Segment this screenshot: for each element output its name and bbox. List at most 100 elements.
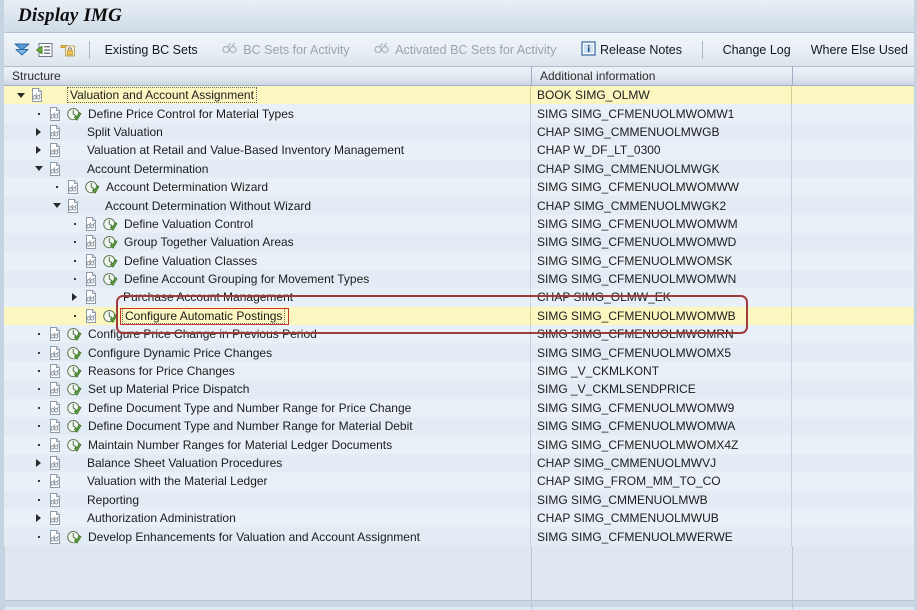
tree-row-additional-information-cell[interactable]: SIMG SIMG_CFMENUOLMWOMWM	[531, 214, 792, 234]
tree-row[interactable]: Valuation with the Material Ledger CHAP S…	[4, 472, 914, 491]
change-log-button[interactable]: Change Log	[717, 41, 797, 59]
column-header-additional-information[interactable]: Additional information	[532, 67, 793, 85]
tree-row-structure-cell[interactable]: Define Valuation Classes	[4, 251, 531, 270]
tree-row-structure-cell[interactable]: Set up Material Price Dispatch	[4, 380, 531, 399]
tree-row-structure-cell[interactable]: Account Determination Without Wizard	[4, 196, 531, 215]
tree-row-structure-cell[interactable]: Develop Enhancements for Valuation and A…	[4, 527, 531, 546]
tree-row[interactable]: Configure Automatic Postings SIMG SIMG_CF…	[4, 306, 914, 326]
tree-row-additional-information-cell[interactable]: CHAP SIMG_CMMENUOLMWGB	[531, 122, 792, 142]
tree-row-additional-information-cell[interactable]: SIMG SIMG_CFMENUOLMWOMWB	[531, 306, 792, 326]
tree-row[interactable]: Set up Material Price Dispatch SIMG _V_CK…	[4, 380, 914, 399]
tree-row[interactable]: Purchase Account Management CHAP SIMG_OLM…	[4, 288, 914, 307]
tree-row-structure-cell[interactable]: Purchase Account Management	[4, 288, 531, 307]
tree-row-additional-information-cell[interactable]: SIMG SIMG_CFMENUOLMWOMRN	[531, 325, 792, 344]
tree-row-additional-information-cell[interactable]: CHAP SIMG_CMMENUOLMWGK	[531, 159, 792, 178]
tree-row[interactable]: Group Together Valuation Areas SIMG SIMG_…	[4, 233, 914, 252]
tree-row-additional-information-cell[interactable]: SIMG SIMG_CFMENUOLMWERWE	[531, 527, 792, 546]
execute-activity-icon[interactable]	[66, 326, 82, 342]
execute-activity-icon[interactable]	[102, 253, 118, 269]
execute-activity-icon[interactable]	[66, 363, 82, 379]
collapse-triangle-icon[interactable]	[14, 86, 27, 104]
column-header-spare[interactable]	[793, 67, 914, 85]
tree-row[interactable]: Define Price Control for Material Types S…	[4, 104, 914, 123]
tree-row[interactable]: Define Document Type and Number Range fo…	[4, 398, 914, 418]
collapse-triangle-icon[interactable]	[32, 160, 45, 178]
execute-activity-icon[interactable]	[84, 179, 100, 195]
tree-row-structure-cell[interactable]: Define Account Grouping for Movement Typ…	[4, 269, 531, 289]
tree-row-structure-cell[interactable]: Group Together Valuation Areas	[4, 233, 531, 252]
tree-row-additional-information-cell[interactable]: SIMG SIMG_CFMENUOLMWOMX4Z	[531, 435, 792, 454]
activated-bc-sets-for-activity-button[interactable]: Activated BC Sets for Activity	[368, 39, 562, 60]
tree-row-structure-cell[interactable]: Define Document Type and Number Range fo…	[4, 417, 531, 436]
existing-bc-sets-button[interactable]: Existing BC Sets	[99, 41, 204, 59]
tree-row-additional-information-cell[interactable]: SIMG _V_CKMLKONT	[531, 361, 792, 381]
tree-row-structure-cell[interactable]: Valuation and Account Assignment	[4, 86, 531, 105]
tree-row-structure-cell[interactable]: Configure Automatic Postings	[4, 306, 531, 326]
tree-row-additional-information-cell[interactable]: SIMG SIMG_CMMENUOLMWB	[531, 490, 792, 509]
tree-row-additional-information-cell[interactable]: CHAP SIMG_FROM_MM_TO_CO	[531, 472, 792, 491]
tree-row-structure-cell[interactable]: Define Price Control for Material Types	[4, 104, 531, 123]
execute-activity-icon[interactable]	[66, 529, 82, 545]
tree-row-additional-information-cell[interactable]: CHAP SIMG_CMMENUOLMWUB	[531, 508, 792, 528]
tree-row-additional-information-cell[interactable]: CHAP SIMG_OLMW_EK	[531, 288, 792, 307]
tree-row-additional-information-cell[interactable]: SIMG _V_CKMLSENDPRICE	[531, 380, 792, 399]
tree-row[interactable]: Define Document Type and Number Range fo…	[4, 417, 914, 436]
tree-row-structure-cell[interactable]: Authorization Administration	[4, 508, 531, 528]
tree-row[interactable]: Account Determination CHAP SIMG_CMMENUOLM…	[4, 159, 914, 178]
expand-node-icon[interactable]	[35, 38, 55, 62]
tree-row-additional-information-cell[interactable]: SIMG SIMG_CFMENUOLMWOMSK	[531, 251, 792, 270]
tree-row[interactable]: Define Account Grouping for Movement Typ…	[4, 269, 914, 289]
tree-row-structure-cell[interactable]: Maintain Number Ranges for Material Ledg…	[4, 435, 531, 454]
execute-activity-icon[interactable]	[66, 106, 82, 122]
tree-row[interactable]: Account Determination Wizard SIMG SIMG_CF…	[4, 177, 914, 197]
tree-row[interactable]: Define Valuation Control SIMG SIMG_CFMENU…	[4, 214, 914, 234]
collapse-triangle-icon[interactable]	[50, 196, 63, 214]
tree-row-additional-information-cell[interactable]: CHAP SIMG_CMMENUOLMWGK2	[531, 196, 792, 215]
tree-row-additional-information-cell[interactable]: SIMG SIMG_CFMENUOLMWOMWA	[531, 417, 792, 436]
where-else-used-button[interactable]: Where Else Used	[805, 41, 914, 59]
tree-row-additional-information-cell[interactable]: CHAP SIMG_CMMENUOLMWVJ	[531, 453, 792, 473]
tree-row-additional-information-cell[interactable]: BOOK SIMG_OLMW	[531, 86, 792, 105]
tree-row[interactable]: Reporting SIMG SIMG_CMMENUOLMWB	[4, 490, 914, 509]
tree-row-structure-cell[interactable]: Reasons for Price Changes	[4, 361, 531, 381]
tree-row-additional-information-cell[interactable]: CHAP W_DF_LT_0300	[531, 141, 792, 160]
lock-folder-icon[interactable]	[58, 38, 78, 62]
release-notes-button[interactable]: Release Notes	[575, 39, 688, 61]
tree-row-structure-cell[interactable]: Reporting	[4, 490, 531, 509]
execute-activity-icon[interactable]	[66, 400, 82, 416]
tree-row[interactable]: Valuation and Account Assignment BOOK SIM…	[4, 86, 914, 105]
tree-row-additional-information-cell[interactable]: SIMG SIMG_CFMENUOLMWOMW1	[531, 104, 792, 123]
tree-row-additional-information-cell[interactable]: SIMG SIMG_CFMENUOLMWOMWW	[531, 177, 792, 197]
tree-row[interactable]: Maintain Number Ranges for Material Ledg…	[4, 435, 914, 454]
tree-row-additional-information-cell[interactable]: SIMG SIMG_CFMENUOLMWOMW9	[531, 398, 792, 418]
tree-row-structure-cell[interactable]: Account Determination Wizard	[4, 177, 531, 197]
tree-row-structure-cell[interactable]: Split Valuation	[4, 122, 531, 142]
tree-row-additional-information-cell[interactable]: SIMG SIMG_CFMENUOLMWOMWD	[531, 233, 792, 252]
tree-row[interactable]: Authorization Administration CHAP SIMG_CM…	[4, 508, 914, 528]
tree-row[interactable]: Define Valuation Classes SIMG SIMG_CFMENU…	[4, 251, 914, 270]
tree-row[interactable]: Valuation at Retail and Value-Based Inve…	[4, 141, 914, 160]
expand-triangle-icon[interactable]	[68, 288, 81, 306]
tree-row-structure-cell[interactable]: Valuation with the Material Ledger	[4, 472, 531, 491]
expand-triangle-icon[interactable]	[32, 454, 45, 472]
execute-activity-icon[interactable]	[102, 308, 118, 324]
execute-activity-icon[interactable]	[66, 437, 82, 453]
execute-activity-icon[interactable]	[66, 418, 82, 434]
execute-activity-icon[interactable]	[102, 216, 118, 232]
tree-row-additional-information-cell[interactable]: SIMG SIMG_CFMENUOLMWOMX5	[531, 343, 792, 362]
expand-triangle-icon[interactable]	[32, 123, 45, 141]
expand-triangle-icon[interactable]	[32, 141, 45, 159]
tree-row[interactable]: Reasons for Price Changes SIMG _V_CKMLKON…	[4, 361, 914, 381]
execute-activity-icon[interactable]	[102, 234, 118, 250]
tree-row-structure-cell[interactable]: Define Document Type and Number Range fo…	[4, 398, 531, 418]
tree-row-structure-cell[interactable]: Valuation at Retail and Value-Based Inve…	[4, 141, 531, 160]
tree-row-structure-cell[interactable]: Account Determination	[4, 159, 531, 178]
tree-row-additional-information-cell[interactable]: SIMG SIMG_CFMENUOLMWOMWN	[531, 269, 792, 289]
tree-row-structure-cell[interactable]: Configure Price Change in Previous Perio…	[4, 325, 531, 344]
tree-row-structure-cell[interactable]: Define Valuation Control	[4, 214, 531, 234]
tree-row-structure-cell[interactable]: Configure Dynamic Price Changes	[4, 343, 531, 362]
tree-row[interactable]: Configure Price Change in Previous Perio…	[4, 325, 914, 344]
execute-activity-icon[interactable]	[102, 271, 118, 287]
bc-sets-for-activity-button[interactable]: BC Sets for Activity	[216, 39, 355, 60]
tree-row-structure-cell[interactable]: Balance Sheet Valuation Procedures	[4, 453, 531, 473]
